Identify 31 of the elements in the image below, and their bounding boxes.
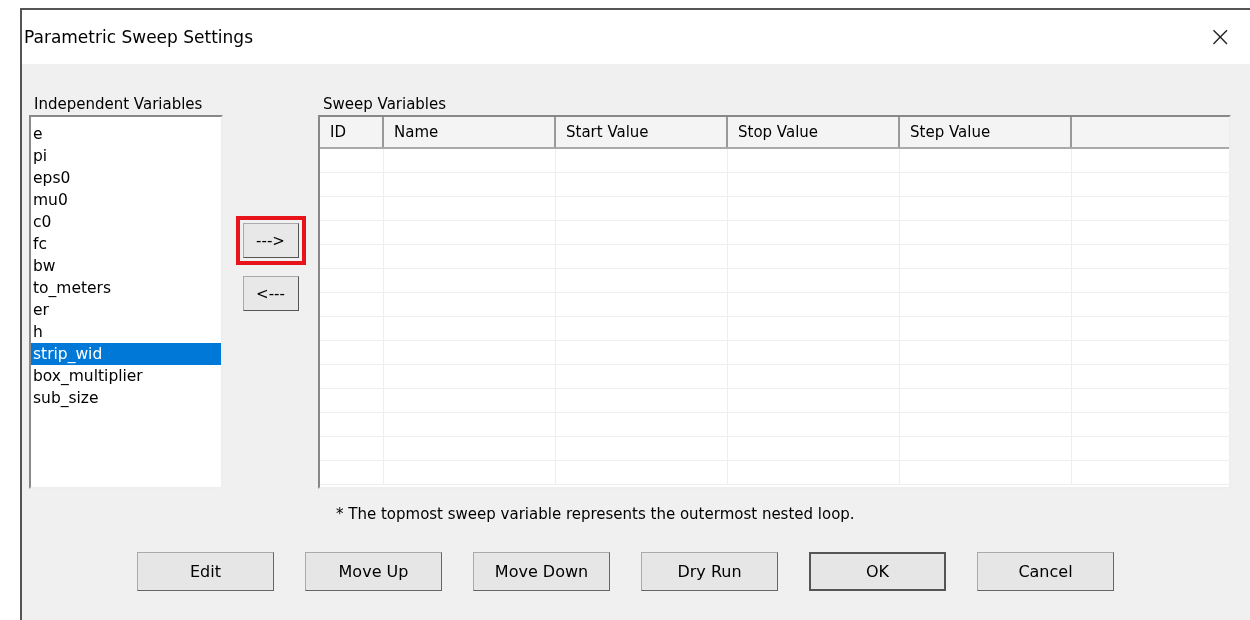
list-item[interactable]: e [31,123,221,145]
column-header[interactable]: Step Value [900,117,1072,147]
close-button[interactable]: × [1208,23,1232,51]
list-item[interactable]: sub_size [31,387,221,409]
list-item[interactable]: to_meters [31,277,221,299]
column-header[interactable]: Name [384,117,556,147]
column-header[interactable]: Stop Value [728,117,900,147]
dialog-button[interactable]: Cancel [977,552,1114,591]
dialog-button[interactable]: Edit [137,552,274,591]
list-item[interactable]: pi [31,145,221,167]
list-item[interactable]: strip_wid [31,343,221,365]
list-item[interactable]: fc [31,233,221,255]
dialog-button[interactable]: Dry Run [641,552,778,591]
transfer-button[interactable]: ---> [242,223,299,258]
list-item[interactable]: er [31,299,221,321]
column-header[interactable]: Start Value [556,117,728,147]
list-item[interactable]: eps0 [31,167,221,189]
list-item[interactable]: h [31,321,221,343]
list-item[interactable]: bw [31,255,221,277]
window-title: Parametric Sweep Settings [24,27,253,47]
list-item[interactable]: box_multiplier [31,365,221,387]
transfer-button[interactable]: <--- [242,276,299,311]
dialog-button[interactable]: OK [809,552,946,591]
note-text: * The topmost sweep variable represents the outermost nested loop. [336,505,855,523]
list-item[interactable]: mu0 [31,189,221,211]
table-label: Sweep Variables [322,94,448,115]
list-label: Independent Variables [33,94,204,115]
column-header[interactable]: ID [320,117,384,147]
dialog-button[interactable]: Move Up [305,552,442,591]
list-item[interactable]: c0 [31,211,221,233]
dialog-button[interactable]: Move Down [473,552,610,591]
